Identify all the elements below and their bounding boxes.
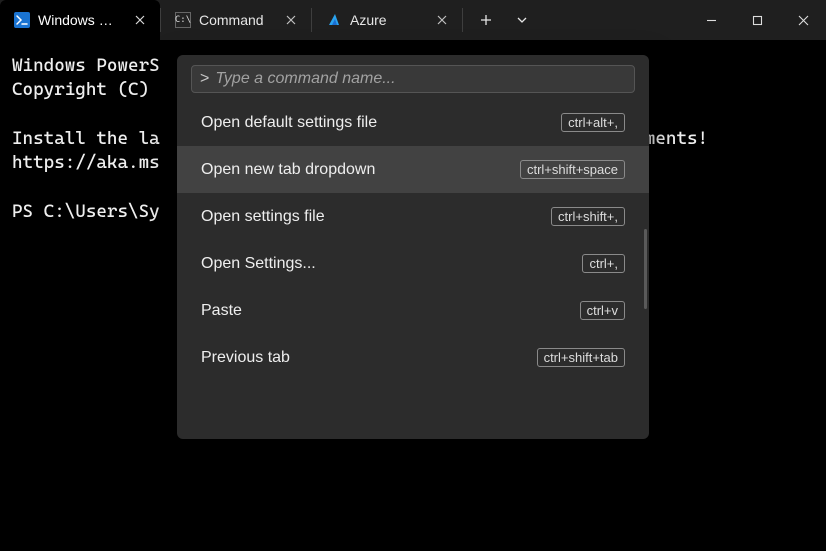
palette-input[interactable] — [215, 70, 626, 88]
tab-title: Windows PowerShell — [38, 12, 122, 28]
palette-item-paste[interactable]: Paste ctrl+v — [177, 287, 649, 334]
palette-item-label: Open default settings file — [201, 114, 377, 132]
new-tab-button[interactable] — [469, 4, 503, 36]
tab-title: Command — [199, 12, 273, 28]
close-window-button[interactable] — [780, 0, 826, 40]
palette-item-shortcut: ctrl+alt+, — [561, 113, 625, 132]
palette-scrollbar[interactable] — [644, 229, 647, 309]
palette-caret: > — [200, 70, 209, 88]
palette-item-previous-tab[interactable]: Previous tab ctrl+shift+tab — [177, 334, 649, 381]
title-bar: Windows PowerShell C:\ Command Azure — [0, 0, 826, 40]
palette-item-open-default-settings[interactable]: Open default settings file ctrl+alt+, — [177, 99, 649, 146]
palette-input-wrap[interactable]: > — [191, 65, 635, 93]
palette-list: Open default settings file ctrl+alt+, Op… — [177, 99, 649, 439]
terminal-prompt: PS C:\Users\Sy — [12, 201, 160, 222]
palette-item-label: Previous tab — [201, 349, 290, 367]
terminal-line: Windows PowerS — [12, 55, 160, 76]
maximize-button[interactable] — [734, 0, 780, 40]
palette-item-shortcut: ctrl+shift+, — [551, 207, 625, 226]
terminal-line: https://aka.ms — [12, 152, 160, 173]
palette-item-shortcut: ctrl+shift+space — [520, 160, 625, 179]
tab-dropdown-button[interactable] — [505, 4, 539, 36]
new-tab-controls — [463, 0, 539, 40]
tab-close-button[interactable] — [432, 10, 452, 30]
tab-powershell[interactable]: Windows PowerShell — [0, 0, 160, 40]
palette-item-open-new-tab-dropdown[interactable]: Open new tab dropdown ctrl+shift+space — [177, 146, 649, 193]
tab-close-button[interactable] — [130, 10, 150, 30]
window-controls — [688, 0, 826, 40]
powershell-icon — [14, 12, 30, 28]
palette-item-shortcut: ctrl+, — [582, 254, 625, 273]
terminal-line: Install the la — [12, 128, 160, 149]
palette-item-label: Paste — [201, 302, 242, 320]
palette-item-label: Open new tab dropdown — [201, 161, 375, 179]
palette-item-open-settings[interactable]: Open Settings... ctrl+, — [177, 240, 649, 287]
command-palette: > Open default settings file ctrl+alt+, … — [177, 55, 649, 439]
palette-item-label: Open settings file — [201, 208, 325, 226]
tab-title: Azure — [350, 12, 424, 28]
palette-item-shortcut: ctrl+v — [580, 301, 625, 320]
tab-command-prompt[interactable]: C:\ Command — [161, 0, 311, 40]
palette-item-label: Open Settings... — [201, 255, 316, 273]
minimize-button[interactable] — [688, 0, 734, 40]
cmd-icon: C:\ — [175, 12, 191, 28]
tab-azure[interactable]: Azure — [312, 0, 462, 40]
azure-icon — [326, 12, 342, 28]
terminal-line: Copyright (C) — [12, 79, 160, 100]
palette-item-open-settings-file[interactable]: Open settings file ctrl+shift+, — [177, 193, 649, 240]
palette-item-shortcut: ctrl+shift+tab — [537, 348, 625, 367]
tab-close-button[interactable] — [281, 10, 301, 30]
